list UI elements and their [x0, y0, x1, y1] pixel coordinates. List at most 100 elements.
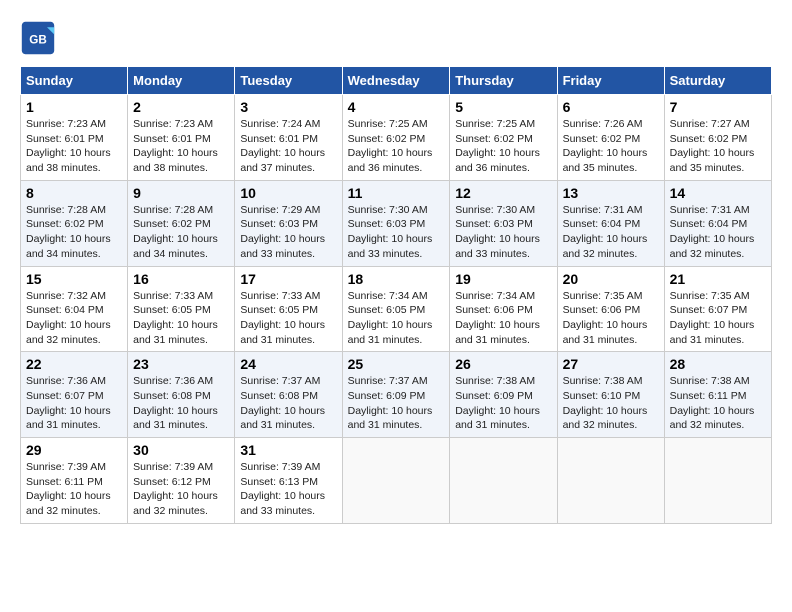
calendar-cell: 12 Sunrise: 7:30 AM Sunset: 6:03 PM Dayli… [450, 180, 557, 266]
day-number: 10 [240, 185, 336, 201]
day-info: Sunrise: 7:38 AM Sunset: 6:09 PM Dayligh… [455, 374, 551, 433]
day-info: Sunrise: 7:32 AM Sunset: 6:04 PM Dayligh… [26, 289, 122, 348]
day-number: 21 [670, 271, 766, 287]
day-number: 28 [670, 356, 766, 372]
day-info: Sunrise: 7:25 AM Sunset: 6:02 PM Dayligh… [455, 117, 551, 176]
day-number: 6 [563, 99, 659, 115]
day-info: Sunrise: 7:36 AM Sunset: 6:07 PM Dayligh… [26, 374, 122, 433]
calendar-cell: 29 Sunrise: 7:39 AM Sunset: 6:11 PM Dayli… [21, 438, 128, 524]
calendar-cell [342, 438, 450, 524]
day-info: Sunrise: 7:31 AM Sunset: 6:04 PM Dayligh… [670, 203, 766, 262]
day-number: 29 [26, 442, 122, 458]
day-info: Sunrise: 7:24 AM Sunset: 6:01 PM Dayligh… [240, 117, 336, 176]
day-number: 27 [563, 356, 659, 372]
calendar-cell: 25 Sunrise: 7:37 AM Sunset: 6:09 PM Dayli… [342, 352, 450, 438]
day-number: 16 [133, 271, 229, 287]
day-number: 23 [133, 356, 229, 372]
day-number: 25 [348, 356, 445, 372]
day-number: 31 [240, 442, 336, 458]
day-info: Sunrise: 7:29 AM Sunset: 6:03 PM Dayligh… [240, 203, 336, 262]
weekday-header-tuesday: Tuesday [235, 67, 342, 95]
day-info: Sunrise: 7:33 AM Sunset: 6:05 PM Dayligh… [240, 289, 336, 348]
calendar-cell: 20 Sunrise: 7:35 AM Sunset: 6:06 PM Dayli… [557, 266, 664, 352]
day-number: 13 [563, 185, 659, 201]
calendar-cell: 1Sunrise: 7:23 AM Sunset: 6:01 PM Daylig… [21, 95, 128, 181]
calendar-cell: 5 Sunrise: 7:25 AM Sunset: 6:02 PM Daylig… [450, 95, 557, 181]
calendar-cell: 17 Sunrise: 7:33 AM Sunset: 6:05 PM Dayli… [235, 266, 342, 352]
day-info: Sunrise: 7:39 AM Sunset: 6:13 PM Dayligh… [240, 460, 336, 519]
day-info: Sunrise: 7:30 AM Sunset: 6:03 PM Dayligh… [455, 203, 551, 262]
calendar-cell [557, 438, 664, 524]
day-info: Sunrise: 7:38 AM Sunset: 6:10 PM Dayligh… [563, 374, 659, 433]
weekday-header-monday: Monday [128, 67, 235, 95]
day-info: Sunrise: 7:39 AM Sunset: 6:12 PM Dayligh… [133, 460, 229, 519]
day-number: 19 [455, 271, 551, 287]
calendar-cell: 9 Sunrise: 7:28 AM Sunset: 6:02 PM Daylig… [128, 180, 235, 266]
weekday-header-thursday: Thursday [450, 67, 557, 95]
day-info: Sunrise: 7:30 AM Sunset: 6:03 PM Dayligh… [348, 203, 445, 262]
svg-text:GB: GB [29, 33, 47, 46]
day-info: Sunrise: 7:34 AM Sunset: 6:06 PM Dayligh… [455, 289, 551, 348]
weekday-header-wednesday: Wednesday [342, 67, 450, 95]
calendar-cell: 24 Sunrise: 7:37 AM Sunset: 6:08 PM Dayli… [235, 352, 342, 438]
day-info: Sunrise: 7:39 AM Sunset: 6:11 PM Dayligh… [26, 460, 122, 519]
calendar-cell: 6 Sunrise: 7:26 AM Sunset: 6:02 PM Daylig… [557, 95, 664, 181]
calendar-cell [664, 438, 771, 524]
calendar-cell: 27 Sunrise: 7:38 AM Sunset: 6:10 PM Dayli… [557, 352, 664, 438]
calendar-cell: 10 Sunrise: 7:29 AM Sunset: 6:03 PM Dayli… [235, 180, 342, 266]
day-info: Sunrise: 7:23 AM Sunset: 6:01 PM Dayligh… [133, 117, 229, 176]
calendar-cell: 16 Sunrise: 7:33 AM Sunset: 6:05 PM Dayli… [128, 266, 235, 352]
day-number: 3 [240, 99, 336, 115]
day-number: 7 [670, 99, 766, 115]
logo: GB [20, 20, 60, 56]
weekday-header-friday: Friday [557, 67, 664, 95]
weekday-header-sunday: Sunday [21, 67, 128, 95]
calendar-cell: 8 Sunrise: 7:28 AM Sunset: 6:02 PM Daylig… [21, 180, 128, 266]
day-number: 20 [563, 271, 659, 287]
calendar-table: SundayMondayTuesdayWednesdayThursdayFrid… [20, 66, 772, 524]
day-info: Sunrise: 7:37 AM Sunset: 6:09 PM Dayligh… [348, 374, 445, 433]
day-number: 9 [133, 185, 229, 201]
calendar-cell: 30 Sunrise: 7:39 AM Sunset: 6:12 PM Dayli… [128, 438, 235, 524]
calendar-cell: 11 Sunrise: 7:30 AM Sunset: 6:03 PM Dayli… [342, 180, 450, 266]
day-info: Sunrise: 7:33 AM Sunset: 6:05 PM Dayligh… [133, 289, 229, 348]
day-number: 8 [26, 185, 122, 201]
day-info: Sunrise: 7:38 AM Sunset: 6:11 PM Dayligh… [670, 374, 766, 433]
calendar-cell: 26 Sunrise: 7:38 AM Sunset: 6:09 PM Dayli… [450, 352, 557, 438]
day-info: Sunrise: 7:28 AM Sunset: 6:02 PM Dayligh… [26, 203, 122, 262]
calendar-cell: 18 Sunrise: 7:34 AM Sunset: 6:05 PM Dayli… [342, 266, 450, 352]
calendar-cell: 23 Sunrise: 7:36 AM Sunset: 6:08 PM Dayli… [128, 352, 235, 438]
day-info: Sunrise: 7:31 AM Sunset: 6:04 PM Dayligh… [563, 203, 659, 262]
calendar-cell: 14 Sunrise: 7:31 AM Sunset: 6:04 PM Dayli… [664, 180, 771, 266]
day-number: 4 [348, 99, 445, 115]
day-number: 2 [133, 99, 229, 115]
calendar-cell: 3 Sunrise: 7:24 AM Sunset: 6:01 PM Daylig… [235, 95, 342, 181]
calendar-cell: 21Sunrise: 7:35 AM Sunset: 6:07 PM Dayli… [664, 266, 771, 352]
day-number: 5 [455, 99, 551, 115]
calendar-cell: 31 Sunrise: 7:39 AM Sunset: 6:13 PM Dayli… [235, 438, 342, 524]
day-number: 12 [455, 185, 551, 201]
day-info: Sunrise: 7:35 AM Sunset: 6:06 PM Dayligh… [563, 289, 659, 348]
day-number: 26 [455, 356, 551, 372]
day-info: Sunrise: 7:27 AM Sunset: 6:02 PM Dayligh… [670, 117, 766, 176]
day-info: Sunrise: 7:28 AM Sunset: 6:02 PM Dayligh… [133, 203, 229, 262]
day-info: Sunrise: 7:26 AM Sunset: 6:02 PM Dayligh… [563, 117, 659, 176]
calendar-cell: 7 Sunrise: 7:27 AM Sunset: 6:02 PM Daylig… [664, 95, 771, 181]
day-number: 14 [670, 185, 766, 201]
logo-icon: GB [20, 20, 56, 56]
calendar-cell: 22 Sunrise: 7:36 AM Sunset: 6:07 PM Dayli… [21, 352, 128, 438]
day-number: 18 [348, 271, 445, 287]
day-number: 30 [133, 442, 229, 458]
day-number: 24 [240, 356, 336, 372]
weekday-header-saturday: Saturday [664, 67, 771, 95]
calendar-cell: 28 Sunrise: 7:38 AM Sunset: 6:11 PM Dayli… [664, 352, 771, 438]
day-info: Sunrise: 7:36 AM Sunset: 6:08 PM Dayligh… [133, 374, 229, 433]
day-number: 22 [26, 356, 122, 372]
calendar-cell: 13 Sunrise: 7:31 AM Sunset: 6:04 PM Dayli… [557, 180, 664, 266]
day-info: Sunrise: 7:37 AM Sunset: 6:08 PM Dayligh… [240, 374, 336, 433]
day-number: 15 [26, 271, 122, 287]
calendar-cell: 2 Sunrise: 7:23 AM Sunset: 6:01 PM Daylig… [128, 95, 235, 181]
day-number: 11 [348, 185, 445, 201]
day-info: Sunrise: 7:34 AM Sunset: 6:05 PM Dayligh… [348, 289, 445, 348]
day-number: 17 [240, 271, 336, 287]
